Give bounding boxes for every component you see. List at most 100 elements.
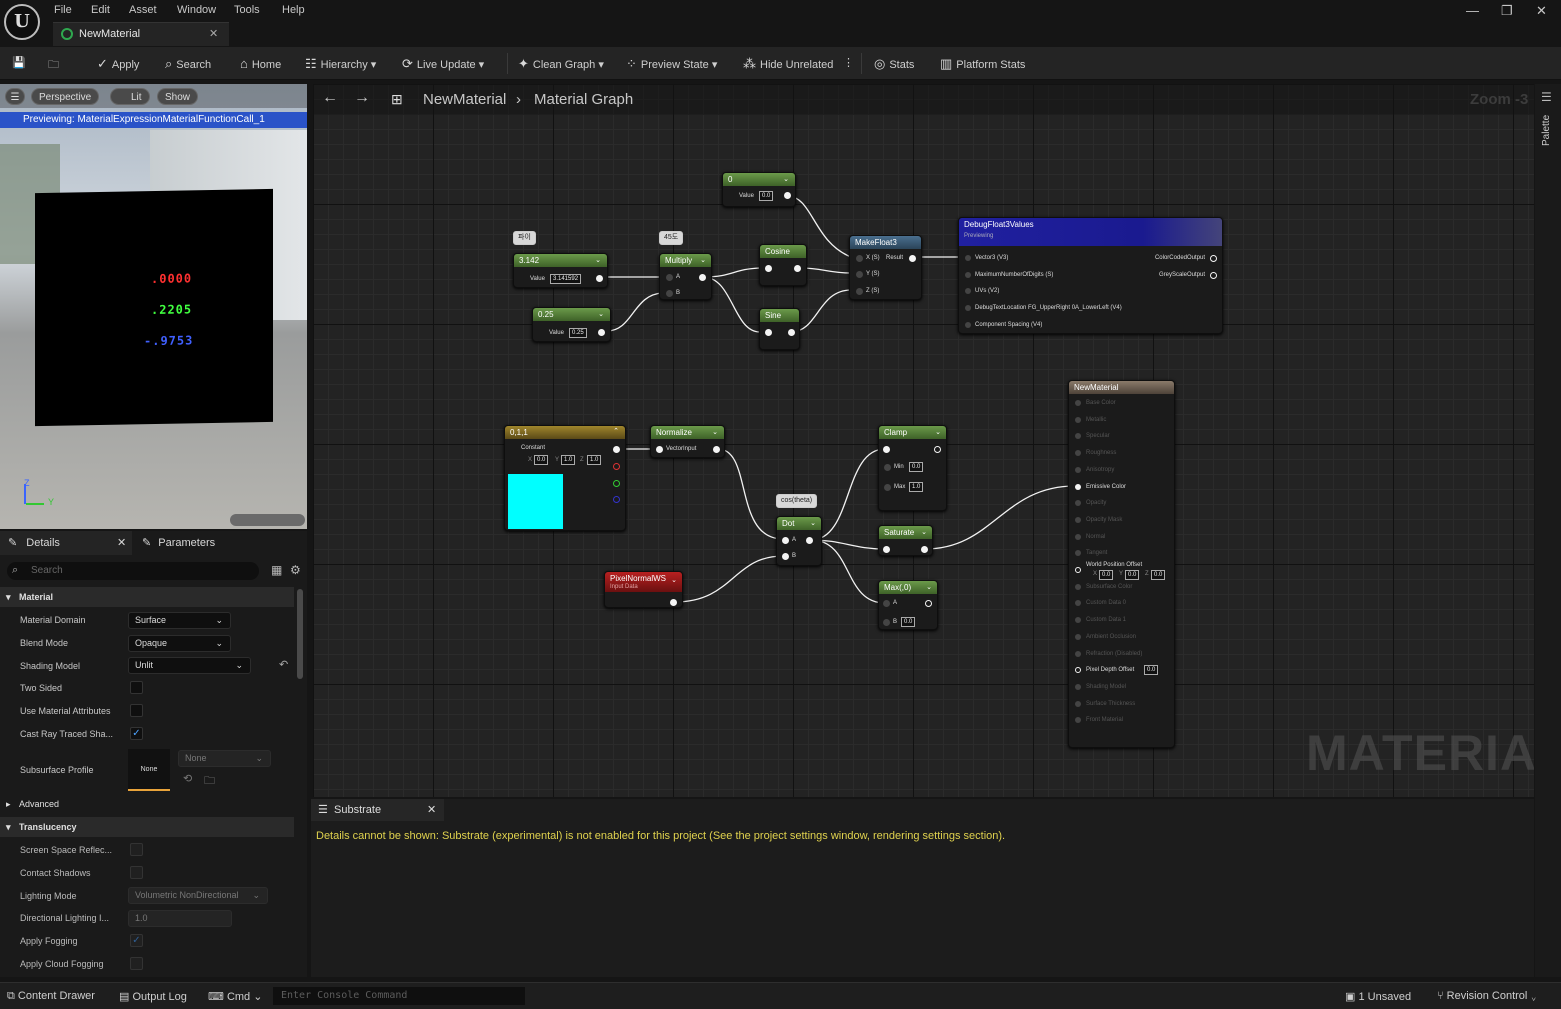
output-pin[interactable] [699,274,706,281]
stats-button[interactable]: ◎ Stats [874,56,914,72]
cmd-button[interactable]: ⌨ Cmd ⌄ [208,990,262,1003]
restore-icon[interactable]: ❐ [1501,3,1513,19]
node-constant-0[interactable]: 0 ⌄ Value 0.0 [722,172,796,207]
node-constant3vector[interactable]: 0,1,1 ⌃ Constant X 0.0 Y 1.0 Z 1.0 [504,425,626,531]
menu-asset[interactable]: Asset [129,4,157,16]
cast-ray-traced-shadows-checkbox[interactable]: ✓ [130,727,143,740]
input-pin[interactable] [1075,516,1081,523]
input-pin[interactable] [1075,400,1081,406]
settings-gear-icon[interactable]: ⚙ [290,563,301,577]
menu-edit[interactable]: Edit [91,4,110,16]
menu-help[interactable]: Help [282,4,305,16]
chevron-up-icon[interactable]: ⌃ [613,427,619,435]
output-pin[interactable] [1210,272,1217,279]
output-pin-b[interactable] [613,496,620,503]
menu-file[interactable]: File [54,4,72,16]
input-pin[interactable] [1075,567,1081,573]
use-material-attributes-checkbox[interactable] [130,704,143,717]
chevron-down-icon[interactable]: ⌄ [598,310,604,318]
output-pin[interactable] [806,537,813,544]
input-pin[interactable] [1075,600,1081,607]
input-pin[interactable] [1075,683,1081,690]
tab-details[interactable]: ✎ Details ✕ [0,531,132,555]
preview-state-button[interactable]: ⁘ Preview State ▾ [626,56,717,72]
two-sided-checkbox[interactable] [130,681,143,694]
chevron-down-icon[interactable]: ⌄ [671,576,677,584]
use-selected-icon[interactable]: ⟲ [183,772,192,785]
tab-parameters[interactable]: ✎ Parameters [142,531,215,555]
node-constant-025[interactable]: 0.25 ⌄ Value 0.25 [532,307,611,342]
palette-menu-icon[interactable]: ☰ [1541,90,1552,104]
perspective-button[interactable]: Perspective [31,88,100,105]
input-pin[interactable] [1075,533,1081,540]
browse-asset-icon[interactable]: 🗀 [204,772,215,791]
unreal-logo-icon[interactable]: U [4,4,40,40]
material-domain-dropdown[interactable]: Surface ⌄ [128,612,231,629]
input-pin-z[interactable] [856,288,863,295]
input-pin-y[interactable] [856,271,863,278]
node-saturate[interactable]: Saturate ⌄ [878,525,933,556]
node-dot[interactable]: Dot ⌄ A B [776,516,822,566]
output-pin[interactable] [794,265,801,272]
document-tab[interactable]: NewMaterial ✕ [53,22,229,46]
more-options-icon[interactable]: ⋮ [843,56,854,69]
node-comment[interactable]: 파이 [513,231,536,245]
value-field[interactable]: 0.0 [759,191,774,201]
min-field[interactable]: 0.0 [909,462,924,472]
palette-tab[interactable]: Palette [1541,115,1552,146]
details-search-input[interactable]: Search [7,562,259,580]
lighting-mode-dropdown[interactable]: Volumetric NonDirectional ⌄ [128,887,268,904]
input-pin[interactable] [656,446,663,453]
output-pin[interactable] [613,446,620,453]
show-button[interactable]: Show [157,88,199,105]
lit-button[interactable]: Lit [110,88,150,105]
chevron-down-icon[interactable]: ⌄ [921,528,927,536]
hierarchy-button[interactable]: ☷ Hierarchy ▾ [305,56,376,72]
search-button[interactable]: ⌕ Search [165,56,211,72]
input-pin[interactable] [1075,667,1081,674]
input-pin-b[interactable] [782,553,789,560]
back-arrow-icon[interactable]: ← [322,89,338,107]
blend-mode-dropdown[interactable]: Opaque ⌄ [128,635,231,652]
preview-viewport[interactable]: ☰ Perspective Lit Show Previewing: Mater… [0,84,307,529]
content-drawer-button[interactable]: ⧉ Content Drawer [7,990,95,1003]
tab-substrate[interactable]: ☰ Substrate ✕ [311,799,444,821]
table-view-icon[interactable]: ▦ [271,563,282,577]
close-tab-icon[interactable]: ✕ [209,27,218,40]
menu-window[interactable]: Window [177,4,216,16]
y-field[interactable]: 1.0 [561,455,576,465]
node-comment[interactable]: cos(theta) [776,494,818,508]
b-field[interactable]: 0.0 [901,617,916,627]
browse-icon[interactable]: 🗀 [48,56,59,75]
minimize-icon[interactable]: — [1466,3,1479,18]
clean-graph-button[interactable]: ✦ Clean Graph ▾ [518,56,604,72]
chevron-down-icon[interactable]: ⌄ [595,256,601,264]
ssr-checkbox[interactable] [130,843,143,856]
input-pin[interactable] [883,546,890,553]
output-pin[interactable] [909,255,916,262]
close-window-icon[interactable]: ✕ [1536,3,1547,19]
chevron-down-icon[interactable]: ⌄ [926,583,932,591]
menu-tools[interactable]: Tools [234,4,260,16]
apply-cloud-fogging-checkbox[interactable] [130,957,143,970]
section-material[interactable]: ▾ Material [0,587,294,607]
output-pin[interactable] [596,275,603,282]
section-translucency[interactable]: ▾ Translucency [0,817,294,837]
input-pin[interactable] [1075,466,1081,473]
input-pin[interactable] [1075,500,1081,507]
forward-arrow-icon[interactable]: → [354,89,370,107]
output-pin[interactable] [925,600,932,607]
output-pin[interactable] [784,192,791,199]
reset-to-default-icon[interactable]: ↶ [279,658,288,671]
output-pin[interactable] [670,599,677,606]
output-pin[interactable] [598,329,605,336]
close-substrate-icon[interactable]: ✕ [427,799,436,821]
save-icon[interactable]: 💾 [12,56,26,69]
node-pixelnormalws[interactable]: PixelNormalWS Input Data ⌄ [604,571,683,608]
input-pin[interactable] [1075,617,1081,624]
unsaved-button[interactable]: ▣ 1 Unsaved [1345,990,1411,1003]
output-log-button[interactable]: ▤ Output Log [119,990,187,1003]
apply-button[interactable]: ✓ Apply [97,56,139,72]
input-pin-b[interactable] [883,619,890,626]
pdo-field[interactable]: 0.0 [1144,665,1159,676]
